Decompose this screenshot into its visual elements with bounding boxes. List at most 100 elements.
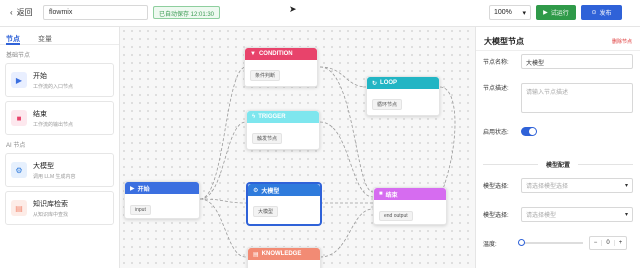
robot-icon: ⚙ — [11, 162, 27, 178]
saved-status-badge: 已自动保存 12:01:30 — [153, 6, 221, 19]
node-item-title: 开始 — [33, 72, 47, 80]
chevron-down-icon: ▾ — [522, 10, 526, 17]
node-item-desc: 从知识库中查找 — [33, 211, 69, 218]
flow-canvas[interactable]: ▼ CONDITION 条件判断 ↻ LOOP 循环节点 ϟ TRIGGER 触… — [120, 27, 475, 268]
node-item-llm[interactable]: ⚙ 大模型 调用 LLM 生成内容 — [5, 153, 114, 187]
node-header: ϟ TRIGGER — [247, 111, 319, 123]
section-title: AI 节点 — [6, 143, 26, 149]
minus-icon[interactable]: − — [590, 240, 601, 246]
temperature-stepper[interactable]: − 0 + — [589, 236, 627, 250]
node-knowledge[interactable]: ▤ KNOWLEDGE — [247, 247, 321, 268]
model2-select[interactable]: 请选择模型 ▾ — [521, 207, 633, 222]
node-header: ▼ CONDITION — [245, 48, 317, 60]
filter-icon: ▼ — [250, 51, 256, 57]
chevron-down-icon: ▾ — [624, 183, 628, 189]
node-title: 结束 — [385, 192, 398, 199]
tab-nodes[interactable]: 节点 — [6, 34, 20, 45]
node-loop[interactable]: ↻ LOOP 循环节点 — [366, 76, 440, 116]
edge — [319, 121, 374, 198]
model-placeholder: 请选择模型选择 — [526, 184, 569, 190]
plus-icon[interactable]: + — [615, 240, 626, 246]
name-label: 节点名称: — [483, 60, 509, 66]
node-item-desc: 工作流的输出节点 — [33, 121, 74, 128]
node-title: KNOWLEDGE — [261, 251, 302, 257]
robot-icon: ⚙ — [253, 187, 259, 194]
mouse-cursor-icon: ➤ — [289, 4, 297, 14]
slider-handle[interactable] — [518, 239, 525, 246]
node-header: ▤ KNOWLEDGE — [248, 248, 320, 260]
temperature-row: 温度: − 0 + — [483, 236, 627, 250]
play-circle-icon: ▶ — [11, 72, 27, 88]
desc-label: 节点描述: — [483, 86, 509, 92]
chevron-left-icon: ‹ — [10, 8, 13, 17]
test-run-button[interactable]: ▶ 试运行 — [536, 5, 576, 20]
node-desc-textarea[interactable]: 请输入节点描述 — [521, 83, 633, 113]
node-title: LOOP — [380, 80, 398, 86]
panel-title: 大模型节点 — [484, 37, 524, 46]
node-header: ■ 结束 — [374, 188, 446, 200]
node-chip: 大模型 — [253, 206, 279, 217]
node-chip: 循环节点 — [372, 99, 403, 110]
node-header: ↻ LOOP — [367, 77, 439, 89]
node-start[interactable]: ▶ 开始 input — [124, 181, 200, 219]
flow-name-input[interactable]: flowmix — [43, 5, 148, 20]
publish-label: 发布 — [599, 11, 612, 17]
publish-button[interactable]: ⊙ 发布 — [581, 5, 622, 20]
enabled-label: 启用状态: — [483, 130, 509, 136]
temperature-value[interactable]: 0 — [601, 240, 615, 246]
model-label: 模型选择: — [483, 184, 509, 190]
bolt-icon: ϟ — [252, 114, 256, 120]
temperature-slider[interactable] — [518, 239, 583, 246]
enabled-toggle[interactable] — [521, 127, 537, 136]
node-item-start[interactable]: ▶ 开始 工作流的入口节点 — [5, 63, 114, 97]
node-name-input[interactable]: 大模型 — [521, 54, 633, 69]
config-divider: 模型配置 — [483, 159, 634, 169]
model-select[interactable]: 请选择模型选择 ▾ — [521, 178, 633, 193]
model2-placeholder: 请选择模型 — [526, 213, 557, 219]
stop-icon: ■ — [11, 110, 27, 126]
node-title: CONDITION — [258, 51, 293, 57]
play-icon: ▶ — [130, 185, 135, 192]
node-properties-panel: 大模型节点 删除节点 节点名称: 大模型 节点描述: 请输入节点描述 启用状态:… — [475, 27, 640, 268]
node-chip: 条件判断 — [250, 70, 281, 81]
panel-header: 大模型节点 删除节点 — [476, 27, 640, 51]
node-end[interactable]: ■ 结束 end output — [373, 187, 447, 225]
node-chip: 触发节点 — [252, 133, 283, 144]
node-library-panel: 节点 变量 基础节点 ▶ 开始 工作流的入口节点 ■ 结束 工作流的输出节点 A… — [0, 27, 120, 268]
edge — [199, 121, 247, 200]
node-llm-selected[interactable]: ⚙ 大模型 大模型 — [247, 183, 321, 225]
node-item-title: 知识库检索 — [33, 200, 68, 208]
node-header: ▶ 开始 — [125, 182, 199, 194]
model2-row: 模型选择: 请选择模型 ▾ — [483, 207, 633, 222]
book-icon: ▤ — [253, 251, 259, 258]
section-title: 基础节点 — [6, 53, 31, 59]
temperature-label: 温度: — [483, 241, 497, 248]
node-header: ⚙ 大模型 — [248, 184, 320, 196]
stop-icon: ■ — [379, 191, 383, 197]
edge — [199, 66, 247, 200]
node-chip: end output — [379, 211, 413, 221]
node-item-end[interactable]: ■ 结束 工作流的输出节点 — [5, 101, 114, 135]
tab-variables[interactable]: 变量 — [38, 34, 52, 44]
node-title: 开始 — [137, 186, 150, 193]
node-title: TRIGGER — [258, 114, 286, 120]
enabled-row: 启用状态: — [483, 127, 537, 136]
book-icon: ▤ — [11, 200, 27, 216]
workflow-editor: ‹ 返回 flowmix 已自动保存 12:01:30 ➤ 100% ▾ ▶ 试… — [0, 0, 640, 268]
back-button[interactable]: ‹ 返回 — [10, 7, 33, 18]
back-label: 返回 — [16, 8, 33, 17]
play-icon: ▶ — [543, 10, 548, 16]
node-item-knowledge[interactable]: ▤ 知识库检索 从知识库中查找 — [5, 191, 114, 225]
node-item-title: 结束 — [33, 110, 47, 118]
edge — [439, 86, 456, 198]
top-toolbar: ‹ 返回 flowmix 已自动保存 12:01:30 ➤ 100% ▾ ▶ 试… — [0, 0, 640, 27]
delete-node-button[interactable]: 删除节点 — [612, 38, 632, 50]
node-trigger[interactable]: ϟ TRIGGER 触发节点 — [246, 110, 320, 150]
test-run-label: 试运行 — [550, 11, 569, 17]
edge — [319, 66, 368, 88]
node-title: 大模型 — [261, 188, 280, 195]
node-item-desc: 调用 LLM 生成内容 — [33, 173, 76, 180]
node-condition[interactable]: ▼ CONDITION 条件判断 — [244, 47, 318, 87]
zoom-select[interactable]: 100% ▾ — [489, 5, 531, 20]
chevron-down-icon: ▾ — [624, 212, 628, 218]
